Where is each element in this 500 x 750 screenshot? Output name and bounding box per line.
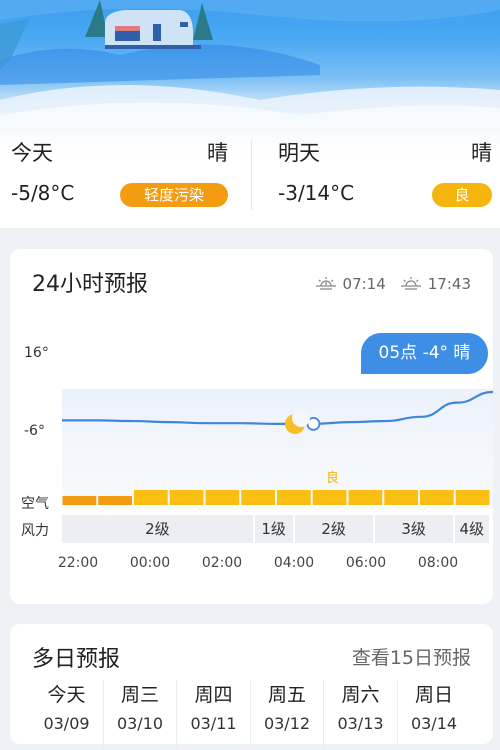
air-quality-bar (277, 490, 311, 505)
day-forecast-column[interactable]: 今天 03/09 (30, 680, 103, 733)
day-forecast-column[interactable]: 周五 03/12 (251, 680, 324, 733)
temperature-range: -5/8°C (11, 181, 75, 205)
air-quality-bar (455, 490, 490, 505)
column-divider (176, 680, 177, 750)
temperature-chart[interactable] (10, 249, 493, 604)
weekday-label: 今天 (47, 684, 86, 706)
date-label: 03/11 (190, 714, 237, 733)
divider (251, 140, 252, 210)
air-quality-bar (169, 490, 204, 505)
day-name: 明天 (278, 141, 320, 165)
wind-segment: 1级 (254, 515, 293, 543)
temperature-range: -3/14°C (278, 181, 355, 205)
air-quality-badge: 良 (432, 183, 492, 207)
time-tick-label: 08:00 (417, 555, 459, 571)
column-divider (102, 680, 104, 750)
view-15-day-link[interactable]: 查看15日预报 (352, 643, 471, 670)
column-divider (249, 680, 251, 750)
weather-condition: 晴 (471, 141, 492, 165)
air-quality-bar (98, 496, 132, 505)
weekday-label: 周六 (341, 684, 380, 706)
selected-hour-tooltip: 05点 -4° 晴 (361, 333, 488, 374)
air-quality-bar (62, 496, 97, 505)
time-tick-label: 04:00 (273, 555, 315, 571)
hourly-forecast-card: 24小时预报 07:14 17:43 16° -6° 05点 -4° 晴 良 空… (10, 249, 493, 604)
column-divider (323, 680, 324, 750)
air-quality-badge: 轻度污染 (120, 183, 228, 207)
wind-segment: 3级 (374, 515, 453, 543)
air-quality-label: 良 (326, 471, 340, 486)
weather-condition: 晴 (207, 141, 228, 165)
day-forecast-column[interactable]: 周三 03/10 (104, 680, 177, 733)
wind-segment: 4级 (454, 515, 489, 543)
weekday-label: 周五 (267, 684, 306, 706)
air-row-label: 空气 (21, 496, 49, 512)
day-forecast-column[interactable]: 周四 03/11 (177, 680, 250, 733)
air-quality-bar (241, 490, 275, 505)
landscape-illustration (0, 0, 500, 130)
air-quality-bar (420, 490, 454, 505)
air-quality-bar (312, 490, 347, 505)
today-summary[interactable]: 今天 晴 -5/8°C 轻度污染 (11, 125, 228, 228)
time-tick-label: 02:00 (201, 555, 243, 571)
caravan-icon (105, 10, 201, 49)
time-tick-label: 06:00 (345, 555, 387, 571)
time-tick-label: 22:00 (57, 555, 99, 571)
time-tick-label: 00:00 (129, 555, 171, 571)
multi-day-forecast-card: 多日预报 查看15日预报 今天 03/09 周三 03/10 周四 03/11 周五 03/1… (10, 624, 493, 750)
card-title: 多日预报 (32, 647, 121, 672)
wind-segment: 2级 (294, 515, 373, 543)
air-quality-bar (348, 490, 383, 505)
air-quality-bar (384, 490, 418, 505)
hero-illustration (0, 0, 500, 130)
day-forecast-column[interactable]: 周日 03/14 (398, 680, 471, 733)
tomorrow-summary[interactable]: 明天 晴 -3/14°C 良 (278, 125, 492, 228)
date-label: 03/14 (410, 714, 458, 733)
day-name: 今天 (11, 141, 53, 165)
air-quality-bar (134, 490, 168, 505)
day-forecast-column[interactable]: 周六 03/13 (324, 680, 397, 733)
wind-row-label: 风力 (21, 523, 49, 539)
weekday-label: 周日 (414, 684, 453, 706)
air-quality-bar (205, 490, 240, 505)
date-label: 03/09 (43, 714, 90, 733)
date-label: 03/13 (337, 714, 384, 733)
weekday-label: 周四 (194, 684, 233, 706)
weekday-label: 周三 (120, 684, 159, 706)
date-label: 03/10 (116, 714, 164, 733)
column-divider (396, 680, 398, 750)
wind-segment: 2级 (62, 515, 253, 543)
daily-summary: 今天 晴 -5/8°C 轻度污染 明天 晴 -3/14°C 良 (0, 125, 500, 228)
date-label: 03/12 (263, 714, 311, 733)
